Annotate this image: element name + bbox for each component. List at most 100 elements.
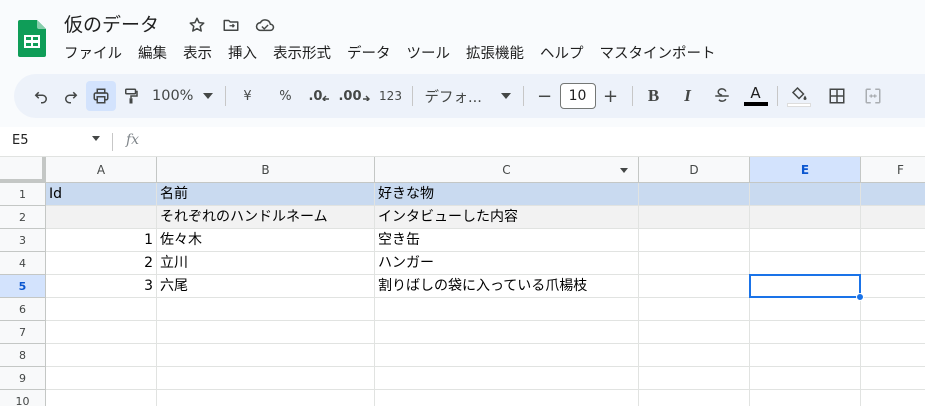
filter-dropdown-icon[interactable] [620, 168, 628, 173]
chevron-down-icon[interactable] [92, 136, 100, 141]
row-header[interactable]: 6 [0, 298, 46, 321]
cell-d3[interactable] [639, 229, 750, 252]
menu-extensions[interactable]: 拡張機能 [458, 43, 532, 65]
cell-b1[interactable]: 名前 [157, 183, 375, 206]
font-family-select[interactable]: デフォ... [419, 81, 517, 111]
cell-b2[interactable]: それぞれのハンドルネーム [157, 206, 375, 229]
menu-edit[interactable]: 編集 [130, 43, 175, 65]
fill-handle[interactable] [856, 293, 864, 301]
cell-e2[interactable] [750, 206, 861, 229]
row-header[interactable]: 1 [0, 183, 46, 206]
decrease-font-size-button[interactable]: − [530, 81, 560, 111]
decrease-decimal-button[interactable]: .0 [304, 81, 334, 111]
cell-a1[interactable]: Id [46, 183, 157, 206]
spreadsheet-grid[interactable]: A B C D E F 1 Id 名前 好きな物 2 それぞれのハンドルネーム インタビューした内容 3 1… [0, 157, 925, 406]
cell-c10[interactable] [375, 390, 639, 406]
cell-d10[interactable] [639, 390, 750, 406]
cell-f7[interactable] [861, 321, 925, 344]
redo-icon[interactable] [56, 81, 86, 111]
text-color-button[interactable]: A [741, 81, 771, 111]
cell-d9[interactable] [639, 367, 750, 390]
document-title[interactable]: 仮のデータ [64, 10, 159, 37]
cloud-saved-icon[interactable] [254, 14, 276, 36]
cell-f6[interactable] [861, 298, 925, 321]
column-header-f[interactable]: F [861, 157, 925, 183]
cell-c2[interactable]: インタビューした内容 [375, 206, 639, 229]
sheets-logo-icon[interactable] [18, 20, 46, 57]
menu-tools[interactable]: ツール [399, 43, 459, 65]
menu-master-import[interactable]: マスタインポート [592, 43, 724, 65]
cell-e7[interactable] [750, 321, 861, 344]
more-formats-button[interactable]: 123 [376, 81, 406, 111]
cell-f4[interactable] [861, 252, 925, 275]
row-header[interactable]: 10 [0, 390, 46, 406]
row-header[interactable]: 7 [0, 321, 46, 344]
cell-e4[interactable] [750, 252, 861, 275]
cell-c7[interactable] [375, 321, 639, 344]
formula-input[interactable] [160, 133, 900, 151]
move-to-folder-icon[interactable] [220, 14, 242, 36]
cell-e1[interactable] [750, 183, 861, 206]
paint-format-icon[interactable] [116, 81, 146, 111]
row-header[interactable]: 8 [0, 344, 46, 367]
column-header-e[interactable]: E [750, 157, 861, 183]
cell-a8[interactable] [46, 344, 157, 367]
cell-b10[interactable] [157, 390, 375, 406]
italic-button[interactable]: I [673, 81, 703, 111]
menu-insert[interactable]: 挿入 [220, 43, 265, 65]
row-header[interactable]: 5 [0, 275, 46, 298]
cell-f3[interactable] [861, 229, 925, 252]
cell-c4[interactable]: ハンガー [375, 252, 639, 275]
cell-c8[interactable] [375, 344, 639, 367]
column-header-d[interactable]: D [639, 157, 750, 183]
strikethrough-icon[interactable] [707, 81, 737, 111]
percent-format-button[interactable]: % [270, 81, 300, 111]
cell-d4[interactable] [639, 252, 750, 275]
increase-font-size-button[interactable]: + [596, 81, 626, 111]
cell-d6[interactable] [639, 298, 750, 321]
cell-d8[interactable] [639, 344, 750, 367]
cell-a4[interactable]: 2 [46, 252, 157, 275]
cell-c5[interactable]: 割りばしの袋に入っている爪楊枝 [375, 275, 639, 298]
cell-a9[interactable] [46, 367, 157, 390]
cell-c1[interactable]: 好きな物 [375, 183, 639, 206]
menu-format[interactable]: 表示形式 [265, 43, 339, 65]
menu-file[interactable]: ファイル [56, 43, 130, 65]
row-header[interactable]: 4 [0, 252, 46, 275]
cell-a5[interactable]: 3 [46, 275, 157, 298]
font-size-input[interactable]: 10 [559, 83, 596, 109]
cell-a10[interactable] [46, 390, 157, 406]
menu-data[interactable]: データ [339, 43, 399, 65]
cell-c3[interactable]: 空き缶 [375, 229, 639, 252]
cell-f1[interactable] [861, 183, 925, 206]
star-icon[interactable] [186, 14, 208, 36]
cell-b8[interactable] [157, 344, 375, 367]
menu-help[interactable]: ヘルプ [532, 43, 592, 65]
cell-e8[interactable] [750, 344, 861, 367]
select-all-corner[interactable] [0, 157, 46, 183]
row-header[interactable]: 2 [0, 206, 46, 229]
cell-d2[interactable] [639, 206, 750, 229]
undo-icon[interactable] [26, 81, 56, 111]
cell-d1[interactable] [639, 183, 750, 206]
cell-b6[interactable] [157, 298, 375, 321]
cell-f2[interactable] [861, 206, 925, 229]
cell-e3[interactable] [750, 229, 861, 252]
cell-b3[interactable]: 佐々木 [157, 229, 375, 252]
cell-b9[interactable] [157, 367, 375, 390]
currency-format-button[interactable]: ¥ [232, 81, 262, 111]
bold-button[interactable]: B [639, 81, 669, 111]
cell-e10[interactable] [750, 390, 861, 406]
row-header[interactable]: 3 [0, 229, 46, 252]
row-header[interactable]: 9 [0, 367, 46, 390]
cell-b4[interactable]: 立川 [157, 252, 375, 275]
print-icon[interactable] [86, 81, 116, 111]
menu-view[interactable]: 表示 [175, 43, 220, 65]
cell-e9[interactable] [750, 367, 861, 390]
cell-b5[interactable]: 六尾 [157, 275, 375, 298]
cell-d7[interactable] [639, 321, 750, 344]
fill-color-button[interactable] [784, 81, 814, 111]
cell-a2[interactable] [46, 206, 157, 229]
cell-a7[interactable] [46, 321, 157, 344]
borders-icon[interactable] [822, 81, 852, 111]
